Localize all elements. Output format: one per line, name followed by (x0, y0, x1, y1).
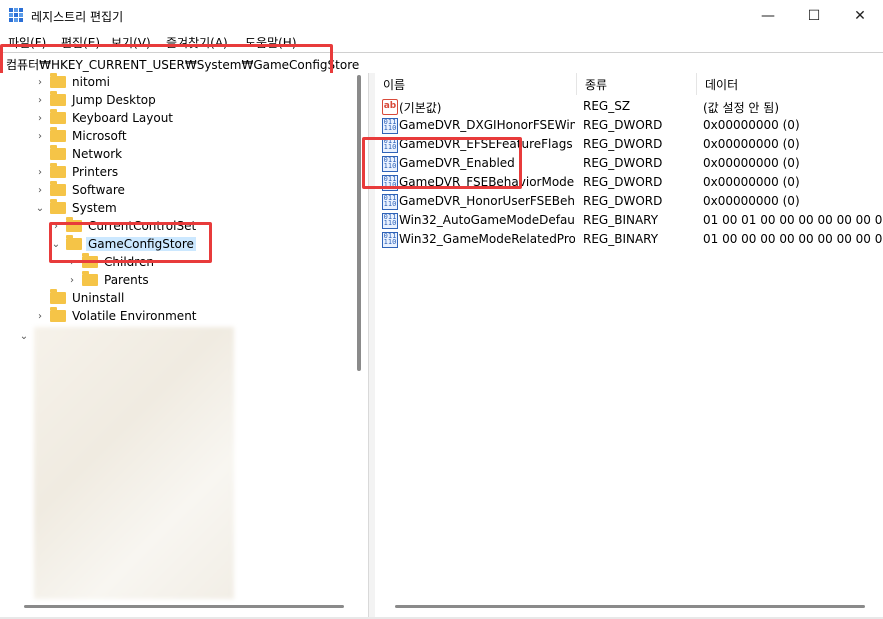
folder-icon (50, 307, 66, 322)
value-row[interactable]: 011 110 Win32_GameModeRelatedProc... REG… (375, 230, 883, 249)
registry-editor-icon (9, 8, 24, 23)
tree-item-collapsed-root[interactable]: ⌄ (18, 327, 30, 345)
tree-item-nitomi[interactable]: › nitomi (34, 73, 112, 91)
tree-item-label: Software (72, 183, 125, 197)
tree-item-label: Jump Desktop (72, 93, 156, 107)
expand-icon[interactable]: › (34, 95, 46, 106)
value-row[interactable]: 011 110 GameDVR_DXGIHonorFSEWin... REG_D… (375, 116, 883, 135)
tree-item-keyboard-layout[interactable]: › Keyboard Layout (34, 109, 175, 127)
blurred-region (34, 327, 234, 599)
tree-horizontal-scrollbar[interactable] (24, 605, 344, 608)
folder-icon (50, 181, 66, 196)
expand-icon[interactable]: › (34, 77, 46, 88)
folder-icon (50, 91, 66, 106)
folder-icon (50, 289, 66, 304)
value-data: 0x00000000 (0) (703, 175, 800, 189)
tree-item-uninstall[interactable]: Uninstall (34, 289, 126, 307)
tree-item-volatile-environment[interactable]: › Volatile Environment (34, 307, 199, 325)
expand-icon[interactable]: › (66, 275, 78, 286)
value-name: GameDVR_HonorUserFSEBeha... (399, 194, 575, 208)
tree-item-label: Parents (104, 273, 149, 287)
binary-value-icon: 011 110 (382, 194, 398, 210)
value-type: REG_DWORD (583, 118, 663, 132)
value-type: REG_SZ (583, 99, 631, 113)
tree-item-label: Network (72, 147, 123, 161)
minimize-button[interactable]: — (745, 0, 791, 32)
value-type: REG_DWORD (583, 194, 663, 208)
value-type: REG_DWORD (583, 156, 663, 170)
binary-value-icon: 011 110 (382, 213, 398, 229)
close-button[interactable]: ✕ (837, 0, 883, 32)
minimize-icon: — (761, 8, 775, 24)
expand-icon[interactable]: › (34, 311, 46, 322)
values-highlight-box (362, 137, 522, 189)
value-data: 0x00000000 (0) (703, 137, 800, 151)
binary-value-icon: 011 110 (382, 118, 398, 134)
tree-item-label: nitomi (72, 75, 111, 89)
value-name: (기본값) (399, 101, 442, 115)
folder-icon (50, 73, 66, 88)
value-row[interactable]: 011 110 GameDVR_HonorUserFSEBeha... REG_… (375, 192, 883, 211)
value-data: 0x00000000 (0) (703, 194, 800, 208)
close-icon: ✕ (854, 8, 866, 24)
collapse-icon[interactable]: ⌄ (34, 203, 46, 214)
value-data: 0x00000000 (0) (703, 156, 800, 170)
value-name: Win32_AutoGameModeDefault... (399, 213, 575, 227)
title-bar: 레지스트리 편집기 — ☐ ✕ (0, 0, 883, 32)
folder-icon (50, 127, 66, 142)
value-name: Win32_GameModeRelatedProc... (399, 232, 575, 246)
folder-icon (50, 109, 66, 124)
folder-icon (50, 145, 66, 160)
value-data: 01 00 01 00 00 00 00 00 00 00 (703, 213, 883, 227)
tree-item-label: Volatile Environment (72, 309, 197, 323)
collapse-icon[interactable]: ⌄ (18, 331, 30, 342)
value-data: 0x00000000 (0) (703, 118, 800, 132)
value-type: REG_BINARY (583, 213, 659, 227)
binary-value-icon: 011 110 (382, 232, 398, 248)
tree-item-label: Keyboard Layout (72, 111, 174, 125)
folder-icon (50, 163, 66, 178)
folder-icon (82, 271, 98, 286)
expand-icon[interactable]: › (34, 185, 46, 196)
tree-highlight-box (49, 222, 212, 263)
tree-item-network[interactable]: Network (34, 145, 124, 163)
expand-icon[interactable]: › (34, 167, 46, 178)
value-row[interactable]: ab (기본값) REG_SZ (값 설정 안 됨) (375, 97, 883, 116)
string-value-icon: ab (382, 99, 398, 115)
maximize-button[interactable]: ☐ (791, 0, 837, 32)
tree-item-microsoft[interactable]: › Microsoft (34, 127, 129, 145)
tree-item-system[interactable]: ⌄ System (34, 199, 119, 217)
tree-item-software[interactable]: › Software (34, 181, 127, 199)
tree-item-label: Printers (72, 165, 119, 179)
tree-item-printers[interactable]: › Printers (34, 163, 120, 181)
tree-item-label: Microsoft (72, 129, 127, 143)
value-data: 01 00 00 00 00 00 00 00 00 00 (703, 232, 883, 246)
value-type: REG_DWORD (583, 137, 663, 151)
value-type: REG_DWORD (583, 175, 663, 189)
expand-icon[interactable]: › (34, 113, 46, 124)
column-header-data[interactable]: 데이터 (697, 73, 883, 95)
value-name: GameDVR_DXGIHonorFSEWin... (399, 118, 575, 132)
tree-item-parents[interactable]: › Parents (66, 271, 151, 289)
folder-icon (50, 199, 66, 214)
expand-icon[interactable]: › (34, 131, 46, 142)
value-row[interactable]: 011 110 Win32_AutoGameModeDefault... REG… (375, 211, 883, 230)
tree-vertical-scrollbar[interactable] (357, 75, 361, 371)
column-header-name[interactable]: 이름 (375, 73, 577, 95)
value-data: (값 설정 안 됨) (703, 101, 780, 115)
maximize-icon: ☐ (807, 8, 821, 24)
tree-item-label: System (72, 201, 117, 215)
tree-item-label: Uninstall (72, 291, 125, 305)
window-title: 레지스트리 편집기 (31, 10, 124, 24)
column-header-type[interactable]: 종류 (577, 73, 697, 95)
tree-item-jump-desktop[interactable]: › Jump Desktop (34, 91, 158, 109)
value-type: REG_BINARY (583, 232, 659, 246)
list-horizontal-scrollbar[interactable] (395, 605, 865, 608)
